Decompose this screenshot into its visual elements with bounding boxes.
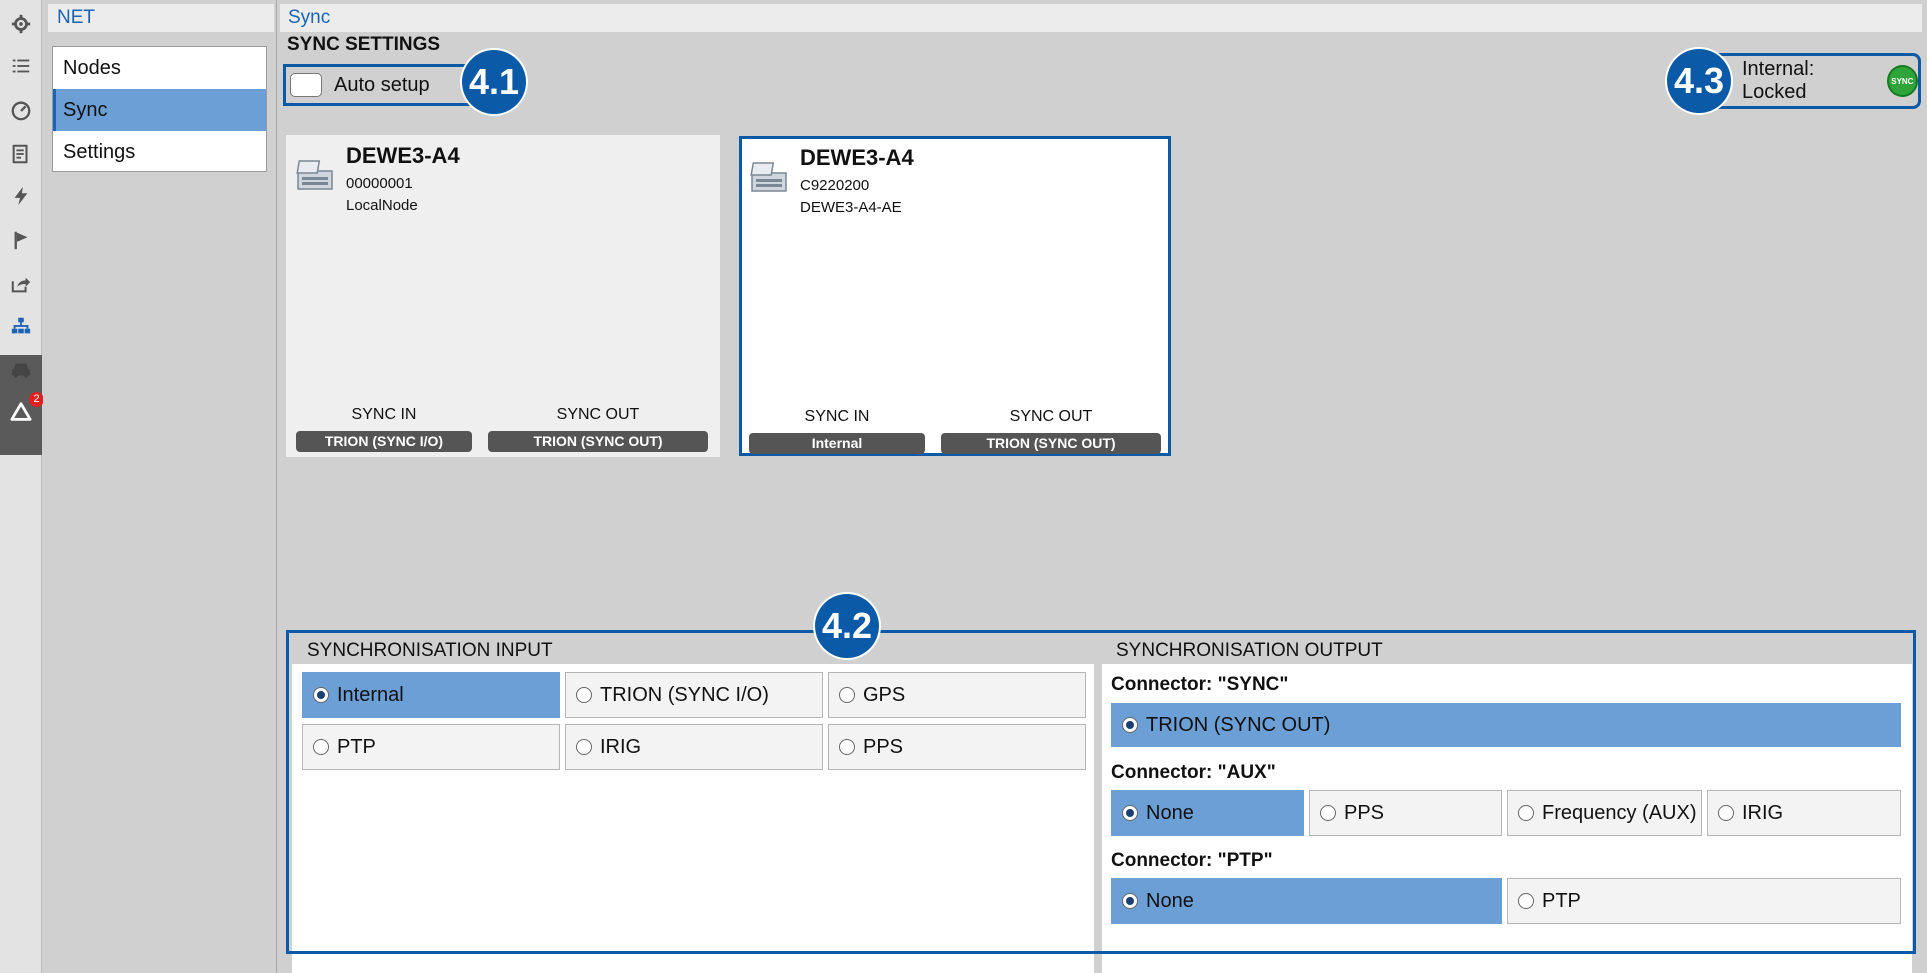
- sync-in-value: Internal: [749, 433, 925, 454]
- icon-rail: 2: [0, 0, 44, 973]
- gear-icon[interactable]: [4, 6, 38, 42]
- node-serial: C9220200: [800, 177, 870, 194]
- report-icon[interactable]: [4, 136, 38, 172]
- flag-icon[interactable]: [4, 222, 38, 258]
- sync-in-value: TRION (SYNC I/O): [296, 431, 472, 452]
- sync-in-label: SYNC IN: [804, 408, 870, 425]
- car-icon[interactable]: [4, 352, 38, 388]
- auto-setup-label: Auto setup: [334, 73, 430, 96]
- sync-out-label: SYNC OUT: [1009, 408, 1093, 425]
- gauge-icon[interactable]: [4, 92, 38, 128]
- device-icon: [296, 160, 333, 190]
- sync-status-text: Internal: Locked: [1742, 58, 1815, 103]
- callout-4-3: 4.3: [1667, 49, 1731, 113]
- sidebar-item-nodes[interactable]: Nodes: [53, 47, 266, 89]
- callout-4-1: 4.1: [462, 50, 526, 114]
- node-serial: 00000001: [346, 175, 413, 192]
- sync-settings-highlight: [286, 630, 1916, 954]
- sync-locked-icon: SYNC: [1886, 65, 1918, 97]
- sync-out-label: SYNC OUT: [556, 406, 640, 423]
- lightning-icon[interactable]: [4, 178, 38, 214]
- page-title: Sync: [280, 4, 1922, 32]
- node-name: DEWE3-A4: [346, 143, 460, 168]
- sync-status: Internal: Locked SYNC: [1715, 53, 1921, 109]
- export-icon[interactable]: [4, 266, 38, 302]
- sidebar-item-sync[interactable]: Sync: [53, 89, 266, 131]
- network-icon[interactable]: [4, 308, 38, 344]
- list-icon[interactable]: [4, 48, 38, 84]
- auto-setup-checkbox[interactable]: [290, 73, 322, 97]
- device-icon: [750, 162, 787, 192]
- auto-setup-toggle[interactable]: Auto setup: [283, 64, 477, 106]
- node-card-remote[interactable]: DEWE3-A4 C9220200 DEWE3-A4-AE SYNC IN SY…: [739, 136, 1171, 456]
- node-subtitle: LocalNode: [346, 197, 418, 214]
- node-subtitle: DEWE3-A4-AE: [800, 199, 902, 216]
- sidebar-item-settings[interactable]: Settings: [53, 131, 266, 173]
- node-name: DEWE3-A4: [800, 145, 914, 170]
- notification-badge: 2: [29, 392, 44, 407]
- sync-out-value: TRION (SYNC OUT): [941, 433, 1161, 454]
- sync-out-value: TRION (SYNC OUT): [488, 431, 708, 452]
- sync-in-label: SYNC IN: [351, 406, 417, 423]
- sidebar-nav: Nodes Sync Settings: [52, 46, 267, 172]
- node-card-local[interactable]: DEWE3-A4 00000001 LocalNode SYNC IN SYNC…: [286, 135, 720, 457]
- section-title: SYNC SETTINGS: [287, 34, 441, 55]
- callout-4-2: 4.2: [815, 594, 879, 658]
- sidebar-title: NET: [48, 4, 274, 32]
